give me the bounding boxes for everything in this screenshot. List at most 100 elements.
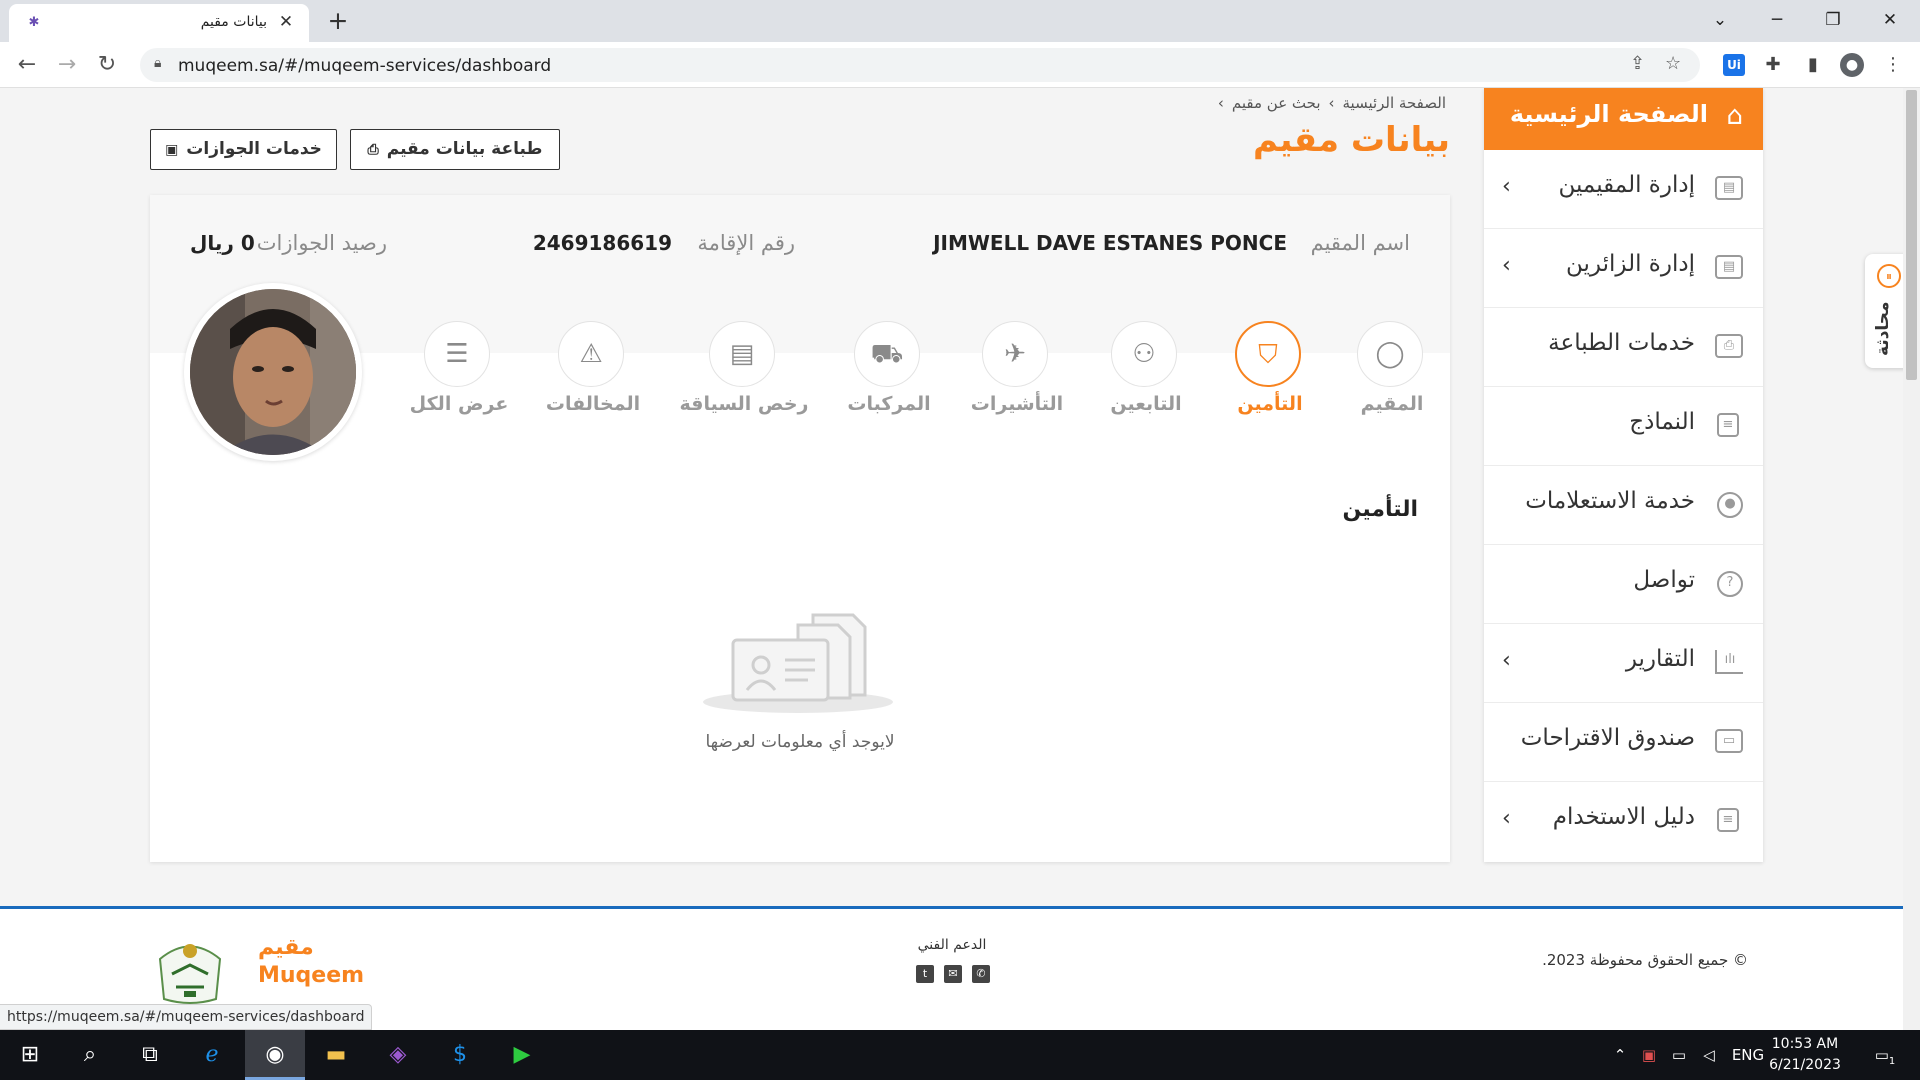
new-tab-button[interactable]: + — [324, 8, 352, 36]
sidebar-item-home[interactable]: ⌂ الصفحة الرئيسية — [1484, 88, 1763, 150]
extensions-puzzle-icon[interactable]: ✚ — [1760, 53, 1786, 77]
sidebar-item-label: إدارة الزائرين — [1566, 251, 1695, 277]
sidebar-item-contact[interactable]: ? تواصل — [1484, 545, 1763, 624]
bookmark-star-icon[interactable]: ☆ — [1665, 53, 1681, 74]
minimize-button[interactable]: ─ — [1755, 5, 1799, 35]
sidebar-home-label: الصفحة الرئيسية — [1509, 100, 1708, 128]
browser-tab-bar: ✱ بيانات مقيم ✕ + ⌄ ─ ❐ ✕ — [0, 0, 1920, 42]
tab-search-icon[interactable]: ⌄ — [1698, 5, 1742, 35]
book-icon: ≡ — [1717, 808, 1739, 832]
back-icon[interactable]: ← — [13, 51, 41, 79]
lock-icon: 🔒︎ — [154, 55, 162, 71]
tab-driving-licenses[interactable]: رخص السياقة — [659, 393, 829, 415]
file-explorer-icon[interactable]: ▬ — [306, 1030, 366, 1080]
close-tab-icon[interactable]: ✕ — [274, 10, 298, 34]
resident-photo-frame — [184, 283, 362, 461]
sidebar-item-reports[interactable]: ılı التقارير ‹ — [1484, 624, 1763, 703]
tab-view-all[interactable]: عرض الكل — [374, 393, 544, 415]
passport-services-button[interactable]: خدمات الجوازات ▣ — [150, 129, 337, 170]
scrollbar-thumb[interactable] — [1906, 90, 1917, 380]
tray-security-icon[interactable]: ▣ — [1636, 1030, 1662, 1080]
tab-view-all-list-icon[interactable]: ☰ — [424, 321, 490, 387]
extension-ui-icon[interactable]: Ui — [1723, 54, 1745, 76]
sidebar-item-label: تواصل — [1633, 567, 1695, 593]
chevron-left-icon: ‹ — [1502, 174, 1511, 199]
close-window-button[interactable]: ✕ — [1868, 5, 1912, 35]
resident-name-value: JIMWELL DAVE ESTANES PONCE — [933, 231, 1287, 255]
task-view-icon[interactable]: ⧉ — [120, 1030, 180, 1080]
browser-tab[interactable]: ✱ بيانات مقيم ✕ — [9, 4, 309, 42]
resident-name-label: اسم المقيم — [1310, 231, 1410, 255]
tab-violations-warning-icon[interactable]: ⚠ — [558, 321, 624, 387]
share-icon[interactable]: ⇪ — [1630, 53, 1645, 74]
taskbar: ⊞ ⌕ ⧉ ℯ ◉ ▬ ◈ $ ▶ ⌃ ▣ ▭ ◁ ENG 10:53 AM 6… — [0, 1030, 1920, 1080]
browser-menu-icon[interactable]: ⋮ — [1880, 53, 1906, 77]
sidebar-item-forms[interactable]: ≡ النماذج — [1484, 387, 1763, 466]
tab-insurance-shield-icon[interactable]: ⛉ — [1235, 321, 1301, 387]
home-icon: ⌂ — [1726, 101, 1743, 131]
id-card-icon: ▣ — [165, 142, 179, 158]
iqama-number-value: 2469186619 — [532, 231, 672, 255]
internet-explorer-icon[interactable]: ℯ — [182, 1030, 242, 1080]
tray-network-icon[interactable]: ▭ — [1666, 1030, 1692, 1080]
breadcrumb-separator-icon: › — [1217, 94, 1224, 112]
app-shield-icon[interactable]: ◈ — [368, 1030, 428, 1080]
search-icon[interactable]: ⌕ — [60, 1030, 120, 1080]
forward-icon[interactable]: → — [53, 51, 81, 79]
resident-card: اسم المقيم JIMWELL DAVE ESTANES PONCE رق… — [150, 195, 1450, 862]
printer-icon: ⎙ — [367, 142, 379, 158]
print-resident-button[interactable]: طباعة بيانات مقيم ⎙ — [350, 129, 560, 170]
inbox-icon: ▭ — [1715, 729, 1743, 753]
tray-volume-muted-icon[interactable]: ◁ — [1696, 1030, 1722, 1080]
profile-avatar-icon[interactable]: ● — [1840, 53, 1864, 77]
tab-vehicles[interactable]: المركبات — [804, 393, 974, 415]
printer-icon: ⎙ — [1715, 334, 1743, 358]
breadcrumb: الصفحة الرئيسية › بحث عن مقيم › — [1100, 94, 1450, 112]
passport-services-label: خدمات الجوازات — [186, 139, 322, 159]
sidebar: ⌂ الصفحة الرئيسية ▤ إدارة المقيمين ‹ ▤ إ… — [1484, 88, 1763, 862]
tab-visas-plane-icon[interactable]: ✈ — [982, 321, 1048, 387]
page-scrollbar[interactable] — [1903, 88, 1920, 1030]
url-text: muqeem.sa/#/muqeem-services/dashboard — [178, 56, 552, 76]
address-bar[interactable]: 🔒︎ muqeem.sa/#/muqeem-services/dashboard… — [140, 48, 1700, 82]
tab-resident-icon[interactable]: ◯ — [1357, 321, 1423, 387]
tab-vehicles-car-icon[interactable]: ⛟ — [854, 321, 920, 387]
empty-documents-icon — [703, 613, 893, 713]
system-clock[interactable]: 10:53 AM 6/21/2023 — [1760, 1034, 1850, 1076]
chrome-icon[interactable]: ◉ — [245, 1030, 305, 1080]
page-viewport: الصفحة الرئيسية › بحث عن مقيم › بيانات مقيم… — [0, 88, 1920, 1030]
tab-dependents-users-icon[interactable]: ⚇ — [1111, 321, 1177, 387]
media-player-icon[interactable]: ▶ — [492, 1030, 552, 1080]
support-label: الدعم الفني — [917, 937, 987, 953]
notification-center-icon[interactable]: ▭1 — [1865, 1030, 1905, 1080]
notification-count: 1 — [1888, 1056, 1896, 1067]
sidebar-item-label: خدمات الطباعة — [1548, 330, 1695, 356]
breadcrumb-search-resident[interactable]: بحث عن مقيم — [1232, 94, 1321, 112]
resident-photo — [190, 289, 356, 455]
sidebar-item-label: إدارة المقيمين — [1558, 172, 1695, 198]
start-windows-icon[interactable]: ⊞ — [0, 1030, 60, 1080]
sidebar-item-suggestions[interactable]: ▭ صندوق الاقتراحات — [1484, 703, 1763, 782]
tab-licenses-id-card-icon[interactable]: ▤ — [709, 321, 775, 387]
side-panel-icon[interactable]: ▮ — [1800, 53, 1826, 77]
reload-icon[interactable]: ↻ — [93, 51, 121, 79]
tab-title: بيانات مقيم — [200, 14, 267, 30]
sidebar-item-residents[interactable]: ▤ إدارة المقيمين ‹ — [1484, 150, 1763, 229]
restore-button[interactable]: ❐ — [1811, 5, 1855, 35]
sidebar-item-label: خدمة الاستعلامات — [1525, 488, 1695, 514]
phone-icon[interactable]: ✆ — [972, 965, 990, 983]
sidebar-item-user-guide[interactable]: ≡ دليل الاستخدام ‹ — [1484, 782, 1763, 861]
email-icon[interactable]: ✉ — [944, 965, 962, 983]
breadcrumb-separator-icon: › — [1328, 94, 1335, 112]
sidebar-item-printing[interactable]: ⎙ خدمات الطباعة — [1484, 308, 1763, 387]
app-s-icon[interactable]: $ — [430, 1030, 490, 1080]
sidebar-item-visitors[interactable]: ▤ إدارة الزائرين ‹ — [1484, 229, 1763, 308]
brand-name-english: Muqeem — [258, 963, 365, 988]
eye-icon: ● — [1717, 492, 1743, 518]
breadcrumb-home[interactable]: الصفحة الرئيسية — [1343, 94, 1447, 112]
sidebar-item-inquiries[interactable]: ● خدمة الاستعلامات — [1484, 466, 1763, 545]
twitter-icon[interactable]: t — [916, 965, 934, 983]
document-icon: ≡ — [1717, 413, 1739, 437]
tray-chevron-up-icon[interactable]: ⌃ — [1608, 1030, 1632, 1080]
chevron-left-icon: ‹ — [1502, 648, 1511, 673]
